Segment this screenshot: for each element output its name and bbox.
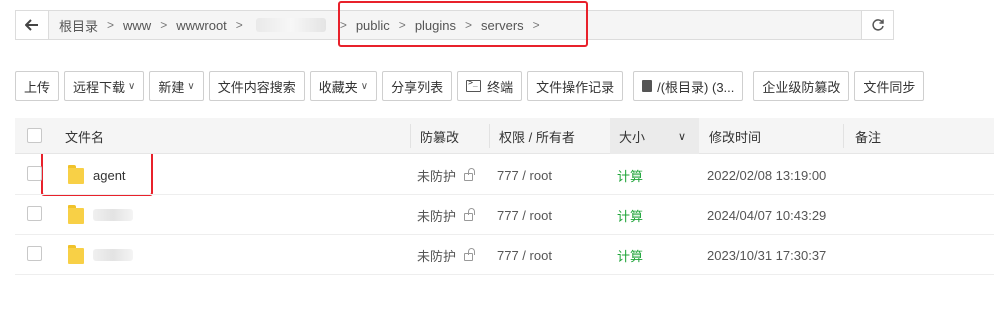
chevron-right-icon: > <box>235 18 243 32</box>
file-sync-button[interactable]: 文件同步 <box>854 71 925 101</box>
path-highlight-box <box>338 1 588 47</box>
unlock-icon <box>464 248 476 261</box>
col-remark[interactable]: 备注 <box>855 118 881 154</box>
permission-owner[interactable]: 777 / root <box>497 195 552 235</box>
table-row[interactable]: agent 未防护 777 / root 计算 2022/02/08 13:19… <box>15 155 994 195</box>
favorites-button[interactable]: 收藏夹 ∨ <box>309 71 378 101</box>
terminal-button[interactable]: 终端 <box>457 71 523 101</box>
file-name-redacted[interactable] <box>93 235 133 275</box>
chevron-right-icon: > <box>107 18 115 32</box>
remote-download-button[interactable]: 远程下载 ∨ <box>64 71 145 101</box>
folder-icon <box>68 165 84 184</box>
tamper-status[interactable]: 未防护 <box>417 155 476 195</box>
back-button[interactable] <box>16 11 49 39</box>
select-all-checkbox[interactable] <box>27 128 42 143</box>
file-log-button[interactable]: 文件操作记录 <box>527 71 624 101</box>
crumb-wwwroot[interactable]: wwwroot <box>176 18 227 33</box>
chevron-down-icon: ∨ <box>678 130 687 143</box>
table-header: 文件名 防篡改 权限 / 所有者 大小 ∨ 修改时间 备注 <box>15 118 994 154</box>
tamper-proof-button[interactable]: 企业级防篡改 <box>753 71 850 101</box>
col-permission[interactable]: 权限 / 所有者 <box>499 118 575 154</box>
chevron-down-icon: ∨ <box>128 80 136 92</box>
calc-size-link[interactable]: 计算 <box>617 195 643 235</box>
col-mtime[interactable]: 修改时间 <box>709 118 761 154</box>
chevron-right-icon: > <box>160 18 168 32</box>
folder-icon <box>68 245 84 264</box>
col-size[interactable]: 大小 ∨ <box>610 118 699 154</box>
share-list-button[interactable]: 分享列表 <box>382 71 453 101</box>
disk-icon <box>642 80 653 92</box>
disk-button[interactable]: /(根目录) (3... <box>633 71 744 101</box>
refresh-icon <box>871 19 884 31</box>
column-divider <box>843 124 844 148</box>
file-toolbar: 上传 远程下载∨ 新建∨ 文件内容搜索 收藏夹∨ 分享列表 终端 文件操作记录 … <box>15 71 929 101</box>
col-tamper[interactable]: 防篡改 <box>420 118 459 154</box>
unlock-icon <box>464 168 476 181</box>
tamper-status[interactable]: 未防护 <box>417 195 476 235</box>
refresh-button[interactable] <box>862 10 894 40</box>
crumb-root[interactable]: 根目录 <box>59 16 98 35</box>
row-checkbox[interactable] <box>27 206 42 221</box>
column-divider <box>489 124 490 148</box>
redacted-crumb <box>255 18 326 32</box>
tamper-status[interactable]: 未防护 <box>417 235 476 275</box>
file-name[interactable]: agent <box>93 155 126 195</box>
terminal-icon <box>466 78 482 92</box>
modified-time: 2024/04/07 10:43:29 <box>707 207 827 223</box>
content-search-button[interactable]: 文件内容搜索 <box>208 71 305 101</box>
folder-icon <box>68 205 84 224</box>
permission-owner[interactable]: 777 / root <box>497 235 552 275</box>
table-row[interactable]: 未防护 777 / root 计算 2024/04/07 10:43:29 <box>15 195 994 235</box>
file-name-redacted[interactable] <box>93 195 133 235</box>
new-button[interactable]: 新建 ∨ <box>149 71 204 101</box>
row-checkbox[interactable] <box>27 166 42 181</box>
chevron-down-icon: ∨ <box>187 80 195 92</box>
column-divider <box>410 124 411 148</box>
upload-button[interactable]: 上传 <box>15 71 60 101</box>
table-row[interactable]: 未防护 777 / root 计算 2023/10/31 17:30:37 <box>15 235 994 275</box>
arrow-left-icon <box>25 19 38 31</box>
modified-time: 2023/10/31 17:30:37 <box>707 247 827 263</box>
unlock-icon <box>464 208 476 221</box>
col-filename[interactable]: 文件名 <box>65 118 104 154</box>
modified-time: 2022/02/08 13:19:00 <box>707 167 827 183</box>
chevron-down-icon: ∨ <box>360 80 369 92</box>
calc-size-link[interactable]: 计算 <box>617 155 643 195</box>
row-checkbox[interactable] <box>27 246 42 261</box>
crumb-www[interactable]: www <box>123 18 151 33</box>
permission-owner[interactable]: 777 / root <box>497 155 552 195</box>
calc-size-link[interactable]: 计算 <box>617 235 643 275</box>
